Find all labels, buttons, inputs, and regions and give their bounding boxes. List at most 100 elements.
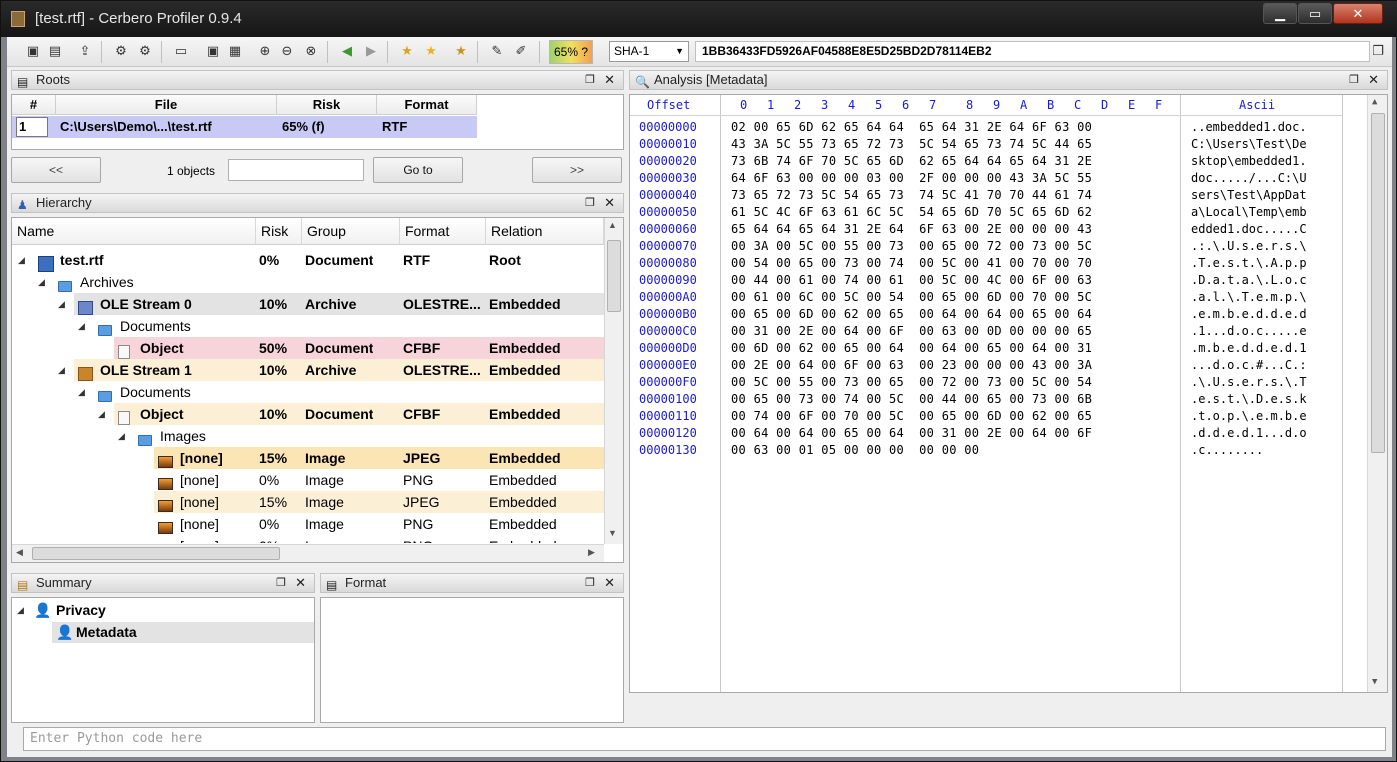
hex-row[interactable]: 00000120 00 64 00 64 00 65 00 64 00 31 00… (630, 425, 1343, 442)
hier-col-format[interactable]: Format (400, 218, 486, 245)
hex-vertical-scrollbar[interactable]: ▲ ▼ (1367, 95, 1387, 692)
hex-row[interactable]: 00000100 00 65 00 73 00 74 00 5C 00 44 00… (630, 391, 1343, 408)
float-icon[interactable]: ❐ (585, 71, 595, 89)
hierarchy-vertical-scrollbar[interactable]: ▲ ▼ (604, 218, 623, 544)
roots-col-file[interactable]: File (56, 95, 277, 115)
scroll-up-icon[interactable]: ▲ (608, 220, 617, 230)
star-manage-icon[interactable]: ★ (453, 43, 469, 59)
hex-row[interactable]: 000000A0 00 61 00 6C 00 5C 00 54 00 65 00… (630, 289, 1343, 306)
analysis-panel-header[interactable]: 🔍 Analysis [Metadata] ❐ ✕ (629, 70, 1388, 90)
save-as-icon[interactable]: ▤ (47, 43, 63, 59)
summary-panel-header[interactable]: ▤ Summary ❐ ✕ (11, 573, 315, 593)
zoom-out-icon[interactable]: ⊖ (279, 43, 295, 59)
hex-row[interactable]: 00000010 43 3A 5C 55 73 65 72 73 5C 54 65… (630, 136, 1343, 153)
window-icon[interactable]: ▭ (173, 43, 189, 59)
next-button[interactable]: >> (532, 157, 622, 183)
hscroll-thumb[interactable] (32, 547, 280, 560)
title-bar[interactable]: [test.rtf] - Cerbero Profiler 0.9.4 ▁ ▭ … (1, 1, 1397, 37)
forward-arrow-icon[interactable]: ▶ (363, 43, 379, 59)
expand-icon[interactable]: ◢ (118, 425, 125, 447)
close-button[interactable]: ✕ (1333, 3, 1383, 24)
table-row[interactable]: [none] 0% Image PNG Embedded (12, 469, 604, 491)
expand-icon[interactable]: ◢ (17, 600, 24, 621)
table-row[interactable]: ◢ Archives (12, 271, 604, 293)
star-icon[interactable]: ★ (423, 43, 439, 59)
hier-col-group[interactable]: Group (302, 218, 400, 245)
expand-icon[interactable]: ◢ (38, 271, 45, 293)
float-icon[interactable]: ❐ (276, 574, 286, 592)
hex-row[interactable]: 000000C0 00 31 00 2E 00 64 00 6F 00 63 00… (630, 323, 1343, 340)
expand-icon[interactable]: ◢ (18, 249, 25, 271)
table-row[interactable]: 1 C:\Users\Demo\...\test.rtf 65% (f) RTF (12, 116, 477, 138)
hex-row[interactable]: 00000080 00 54 00 65 00 73 00 74 00 5C 00… (630, 255, 1343, 272)
close-icon[interactable]: ✕ (1368, 71, 1379, 89)
goto-input[interactable] (228, 159, 364, 181)
close-icon[interactable]: ✕ (604, 194, 615, 212)
hex-row[interactable]: 00000090 00 44 00 61 00 74 00 61 00 5C 00… (630, 272, 1343, 289)
hex-row[interactable]: 00000130 00 63 00 01 05 00 00 00 00 00 00… (630, 442, 1343, 459)
hex-row[interactable]: 00000060 65 64 64 65 64 31 2E 64 6F 63 00… (630, 221, 1343, 238)
table-row[interactable]: ◢ Images (12, 425, 604, 447)
roots-col-risk[interactable]: Risk (277, 95, 377, 115)
table-row[interactable]: [none] 15% Image JPEG Embedded (12, 447, 604, 469)
save-icon[interactable]: ▣ (25, 43, 41, 59)
table-row[interactable]: ◢ OLE Stream 0 10% Archive OLESTRE... Embedde… (12, 293, 604, 316)
table-row[interactable]: ◢ Documents (12, 315, 604, 337)
hex-row[interactable]: 000000D0 00 6D 00 62 00 65 00 64 00 64 00… (630, 340, 1343, 357)
scroll-thumb[interactable] (607, 240, 621, 312)
hierarchy-panel-header[interactable]: ♟ Hierarchy ❐ ✕ (11, 193, 624, 213)
table-row[interactable]: ◢ Object 10% Document CFBF Embedded (12, 403, 604, 426)
table-row[interactable]: [none] 0% Image PNG Embedded (12, 513, 604, 535)
expand-icon[interactable]: ◢ (78, 381, 85, 403)
close-icon[interactable]: ✕ (604, 574, 615, 592)
scroll-right-icon[interactable]: ▶ (588, 547, 595, 558)
risk-indicator[interactable]: 65% ? (549, 40, 593, 64)
expand-icon[interactable]: ◢ (58, 359, 65, 381)
settings-alt-icon[interactable]: ⚙ (137, 43, 153, 59)
scroll-left-icon[interactable]: ◀ (16, 547, 23, 558)
list-item[interactable]: 👤 Metadata (52, 622, 314, 643)
table-row[interactable]: ◢ Documents (12, 381, 604, 403)
scroll-thumb[interactable] (1371, 113, 1385, 453)
hex-row[interactable]: 00000110 00 74 00 6F 00 70 00 5C 00 65 00… (630, 408, 1343, 425)
scroll-down-icon[interactable]: ▼ (1372, 677, 1377, 687)
scroll-down-icon[interactable]: ▼ (608, 528, 617, 538)
float-icon[interactable]: ❐ (585, 574, 595, 592)
roots-panel-header[interactable]: ▤ Roots ❐ ✕ (11, 70, 624, 90)
hier-col-name[interactable]: Name (12, 218, 256, 245)
zoom-in-icon[interactable]: ⊕ (257, 43, 273, 59)
hex-row[interactable]: 000000F0 00 5C 00 55 00 73 00 65 00 72 00… (630, 374, 1343, 391)
back-arrow-icon[interactable]: ◀ (339, 43, 355, 59)
hex-row[interactable]: 00000040 73 65 72 73 5C 54 65 73 74 5C 41… (630, 187, 1343, 204)
hier-col-relation[interactable]: Relation (486, 218, 604, 245)
format-panel-header[interactable]: ▤ Format ❐ ✕ (320, 573, 624, 593)
expand-icon[interactable]: ◢ (78, 315, 85, 337)
table-row[interactable]: [none] 15% Image JPEG Embedded (12, 491, 604, 513)
table-row[interactable]: ◢ OLE Stream 1 10% Archive OLESTRE... Embedde… (12, 359, 604, 382)
save-file-icon[interactable]: ▣ (205, 43, 221, 59)
export-icon[interactable]: ⇪ (77, 43, 93, 59)
hash-type-select[interactable]: SHA-1 ▼ (609, 41, 689, 62)
maximize-button[interactable]: ▭ (1298, 3, 1332, 24)
zoom-reset-icon[interactable]: ⊗ (303, 43, 319, 59)
float-icon[interactable]: ❐ (585, 194, 595, 212)
hierarchy-horizontal-scrollbar[interactable]: ◀ ▶ (12, 544, 604, 562)
list-item[interactable]: ◢ 👤 Privacy (12, 600, 312, 621)
python-input[interactable]: Enter Python code here (23, 727, 1386, 751)
close-icon[interactable]: ✕ (604, 71, 615, 89)
star-add-icon[interactable]: ★ (399, 43, 415, 59)
hex-row[interactable]: 00000000 02 00 65 6D 62 65 64 64 65 64 31… (630, 119, 1343, 136)
hex-row[interactable]: 00000070 00 3A 00 5C 00 55 00 73 00 65 00… (630, 238, 1343, 255)
hex-row[interactable]: 00000050 61 5C 4C 6F 63 61 6C 5C 54 65 6D… (630, 204, 1343, 221)
close-icon[interactable]: ✕ (295, 574, 306, 592)
hex-view[interactable]: Offset 0 1 2 3 4 5 6 7 8 9 A B C D E F Ascii 00000000 02… (629, 94, 1388, 693)
table-row[interactable]: ◢ test.rtf 0% Document RTF Root (12, 249, 604, 273)
hier-col-risk[interactable]: Risk (256, 218, 302, 245)
hex-row[interactable]: 000000B0 00 65 00 6D 00 62 00 65 00 64 00… (630, 306, 1343, 323)
hex-row[interactable]: 000000E0 00 2E 00 64 00 6F 00 63 00 23 00… (630, 357, 1343, 374)
table-row[interactable]: Object 50% Document CFBF Embedded (12, 337, 604, 360)
float-icon[interactable]: ❐ (1349, 71, 1359, 89)
save-image-icon[interactable]: ▦ (227, 43, 243, 59)
copy-icon[interactable]: ❐ (1370, 43, 1386, 59)
scroll-up-icon[interactable]: ▲ (1372, 97, 1377, 107)
